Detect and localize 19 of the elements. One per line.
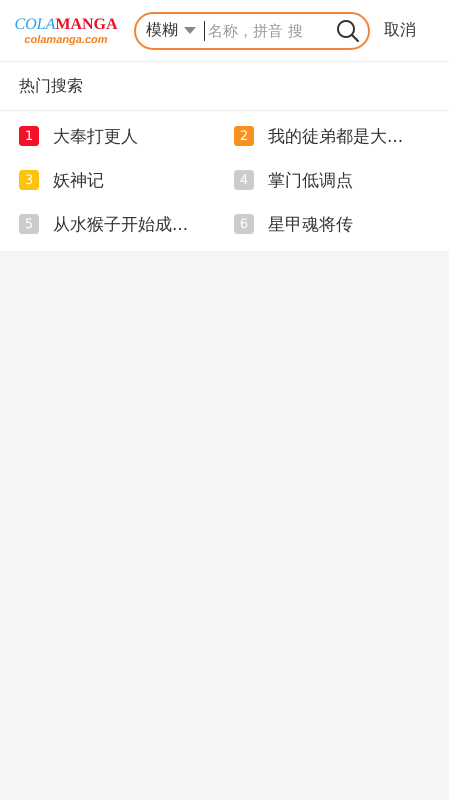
search-field[interactable]: 模糊 名称，拼音 搜 [134, 12, 370, 50]
hot-search-item[interactable]: 星甲魂将传 [268, 212, 353, 236]
logo-domain: colamanga.com [24, 34, 108, 46]
cancel-button[interactable]: 取消 [384, 20, 416, 41]
hot-search-item[interactable]: 掌门低调点 [268, 168, 353, 192]
search-icon[interactable] [336, 18, 360, 42]
logo-text: COLA [14, 16, 56, 34]
rank-badge: 3 [19, 170, 39, 190]
caret-icon [184, 27, 196, 34]
search-input[interactable]: 名称，拼音 搜 [204, 20, 336, 40]
rank-badge: 2 [234, 126, 254, 146]
search-mode-dropdown[interactable]: 模糊 [146, 20, 196, 41]
section-title: 热门搜索 [0, 62, 449, 111]
hot-search-item[interactable]: 妖神记 [53, 168, 104, 192]
rank-badge: 1 [19, 126, 39, 146]
logo-text: MANGA [55, 16, 118, 34]
hot-search-item[interactable]: 从水猴子开始成... [53, 212, 188, 236]
hot-search-item[interactable]: 大奉打更人 [53, 124, 138, 148]
hot-search-item[interactable]: 我的徒弟都是大... [268, 124, 404, 148]
